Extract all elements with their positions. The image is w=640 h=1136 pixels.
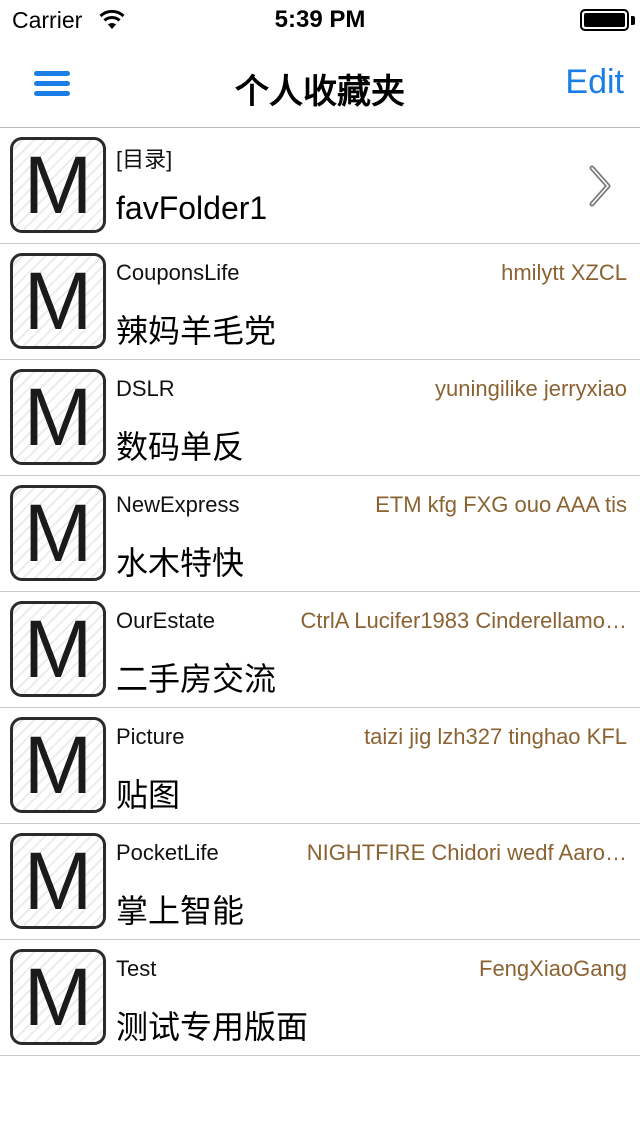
board-logo-icon: M	[10, 253, 106, 349]
board-moderators: NIGHTFIRE Chidori wedf Aaro…	[306, 840, 627, 865]
board-logo-icon: M	[10, 485, 106, 581]
folder-row[interactable]: M [目录] favFolder1	[0, 128, 640, 244]
board-name: OurEstate	[116, 608, 216, 633]
board-moderators: CtrlA Lucifer1983 Cinderellamo…	[300, 608, 628, 633]
board-moderators: FengXiaoGang	[479, 956, 627, 981]
board-moderators: yuningilike jerryxiao	[435, 376, 627, 401]
status-bar: Carrier 5:39 PM	[0, 0, 640, 40]
board-logo-icon: M	[10, 717, 106, 813]
chevron-right-icon	[589, 165, 611, 207]
board-row[interactable]: M Test FengXiaoGang 测试专用版面	[0, 940, 640, 1056]
battery-tip	[631, 16, 635, 25]
folder-name: favFolder1	[116, 190, 268, 226]
board-name: DSLR	[116, 376, 175, 401]
board-description: 水木特快	[116, 545, 245, 581]
board-name: Picture	[116, 724, 185, 749]
board-description: 二手房交流	[116, 661, 277, 697]
board-row[interactable]: M PocketLife NIGHTFIRE Chidori wedf Aaro…	[0, 824, 640, 940]
board-moderators: taizi jig lzh327 tinghao KFL	[364, 724, 627, 749]
board-description: 辣妈羊毛党	[116, 313, 277, 349]
board-logo-icon: M	[10, 833, 106, 929]
board-name: NewExpress	[116, 492, 240, 517]
board-logo-icon: M	[10, 601, 106, 697]
board-row[interactable]: M NewExpress ETM kfg FXG ouo AAA tis 水木特…	[0, 476, 640, 592]
board-description: 掌上智能	[116, 893, 245, 929]
board-row[interactable]: M OurEstate CtrlA Lucifer1983 Cinderella…	[0, 592, 640, 708]
status-time: 5:39 PM	[274, 6, 366, 33]
navigation-bar: 个人收藏夹 Edit	[0, 40, 640, 128]
board-moderators: hmilytt XZCL	[501, 260, 627, 285]
board-row[interactable]: M DSLR yuningilike jerryxiao 数码单反	[0, 360, 640, 476]
board-logo-icon: M	[10, 137, 106, 233]
board-description: 数码单反	[116, 429, 245, 465]
page-title: 个人收藏夹	[235, 73, 405, 111]
board-description: 贴图	[116, 777, 181, 813]
folder-label: [目录]	[116, 147, 173, 172]
board-name: Test	[116, 956, 157, 981]
board-name: CouponsLife	[116, 260, 240, 285]
favorites-list: M [目录] favFolder1 M CouponsLife hmilytt …	[0, 128, 640, 1056]
board-logo-icon: M	[10, 949, 106, 1045]
board-moderators: ETM kfg FXG ouo AAA tis	[375, 492, 627, 517]
board-row[interactable]: M CouponsLife hmilytt XZCL 辣妈羊毛党	[0, 244, 640, 360]
board-name: PocketLife	[116, 840, 219, 865]
board-row[interactable]: M Picture taizi jig lzh327 tinghao KFL 贴…	[0, 708, 640, 824]
board-description: 测试专用版面	[116, 1009, 309, 1045]
battery-icon	[580, 9, 629, 31]
edit-button[interactable]: Edit	[565, 63, 624, 102]
board-logo-icon: M	[10, 369, 106, 465]
